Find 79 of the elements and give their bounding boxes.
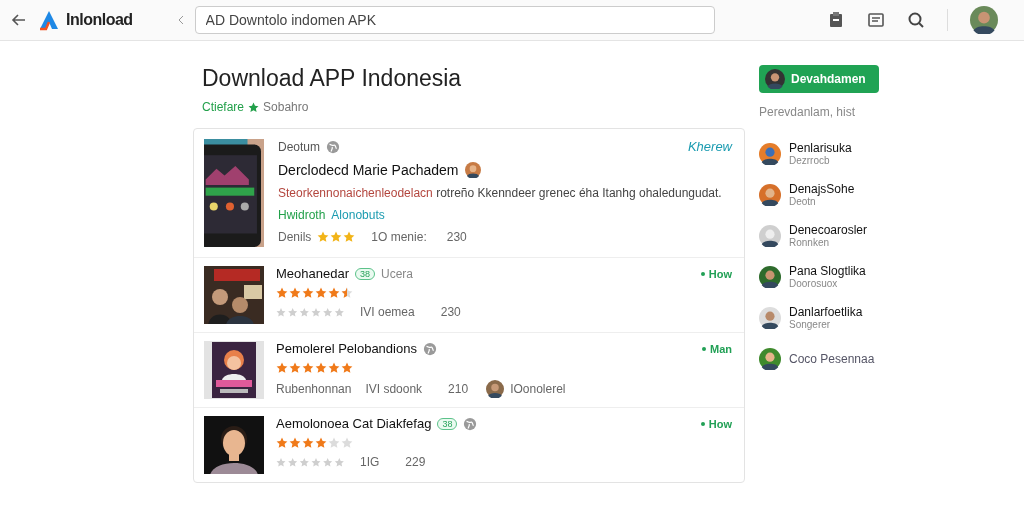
avatar [486,380,505,398]
file-size: 210 [448,382,469,396]
star-icon [276,437,288,449]
star-icon [302,362,314,374]
star-icon [302,437,314,449]
person-name[interactable]: Coco Pesennaa [789,351,875,366]
uploader-name: IOonolerel [510,382,566,396]
rating-outline-icon [276,306,346,318]
app-title: Pemolerel Pelobandions [276,341,417,356]
person-name[interactable]: Penlarisuka [789,141,852,155]
download-count: 1IG [360,455,380,469]
logo-icon [38,9,60,31]
person-name[interactable]: DenajsSohe [789,182,855,196]
author-label: Rubenhonnan [276,382,352,396]
download-count: IVI oemea [360,305,415,319]
search-icon[interactable] [907,11,925,29]
star-icon [315,287,327,299]
avatar [464,162,481,178]
download-count: IVI sdoonk [365,382,423,396]
list-heading: Perevdanlam, hist [759,105,857,119]
star-icon [328,287,340,299]
app-title: Derclodecd Marie Pachadem [278,162,459,178]
app-title: Aemolonoea Cat Diakfefag [276,416,432,431]
avatar [759,183,781,206]
person-name[interactable]: Denecoarosler [789,223,868,237]
meta-label: Denils [278,230,312,244]
download-count: 1O menie: [371,230,427,244]
person-detail: Doorosuox [789,278,839,289]
star-icon [317,231,330,243]
star-icon [289,437,301,449]
star-icon [315,362,327,374]
star-icon [343,231,356,243]
person-detail: Deotn [789,196,817,207]
star-icon [330,231,343,243]
notes-icon[interactable] [867,11,885,29]
avatar [759,224,781,247]
developer-label: Hwidroth [278,208,326,222]
search-field[interactable]: AD Downtolo indomen APK [194,6,715,34]
star-icon [341,287,353,299]
avatar [765,69,785,89]
page-title: Download APP Indonesia [202,65,463,92]
rating-outline-icon [276,456,346,468]
chevron-icon[interactable] [176,14,185,26]
star-icon [289,287,301,299]
person-detail: Songerer [789,319,832,330]
tag-label: Ucera [381,266,414,281]
avatar [759,265,781,288]
star-icon [289,362,301,374]
version-badge: 38 [437,417,458,430]
star-icon [341,437,353,449]
globe-icon [326,139,341,154]
avatar [759,142,781,165]
category-label: Alonobuts [331,208,385,222]
source-label: Deotum [278,139,321,154]
rating-label: Sobahro [263,100,309,114]
avatar [759,306,781,329]
file-size: 230 [440,305,461,319]
version-badge: 38 [355,267,375,280]
category-label: Ctiefare [202,100,245,114]
file-size: 230 [446,230,467,244]
app-title: Meohanedar [276,266,349,281]
star-icon [315,437,327,449]
person-detail: Dezrrocb [789,155,831,166]
avatar [970,6,998,34]
star-icon [276,287,288,299]
star-icon [302,287,314,299]
star-icon [328,437,340,449]
person-name[interactable]: Danlarfoetlika [789,305,863,319]
person-name[interactable]: Pana Slogtlika [789,264,866,278]
avatar [759,347,781,370]
app-name: Inlonload [66,11,133,29]
file-size: 229 [405,455,426,469]
star-icon [328,362,340,374]
person-detail: Ronnken [789,237,831,248]
star-icon [341,362,353,374]
star-icon [248,101,260,113]
star-icon [276,362,288,374]
clipboard-icon[interactable] [827,11,845,29]
app-description: Steorkennonaichenleodelacn rotreño Kkenndeer grenec éha Itanhg ohaledungudat. [278,186,723,200]
